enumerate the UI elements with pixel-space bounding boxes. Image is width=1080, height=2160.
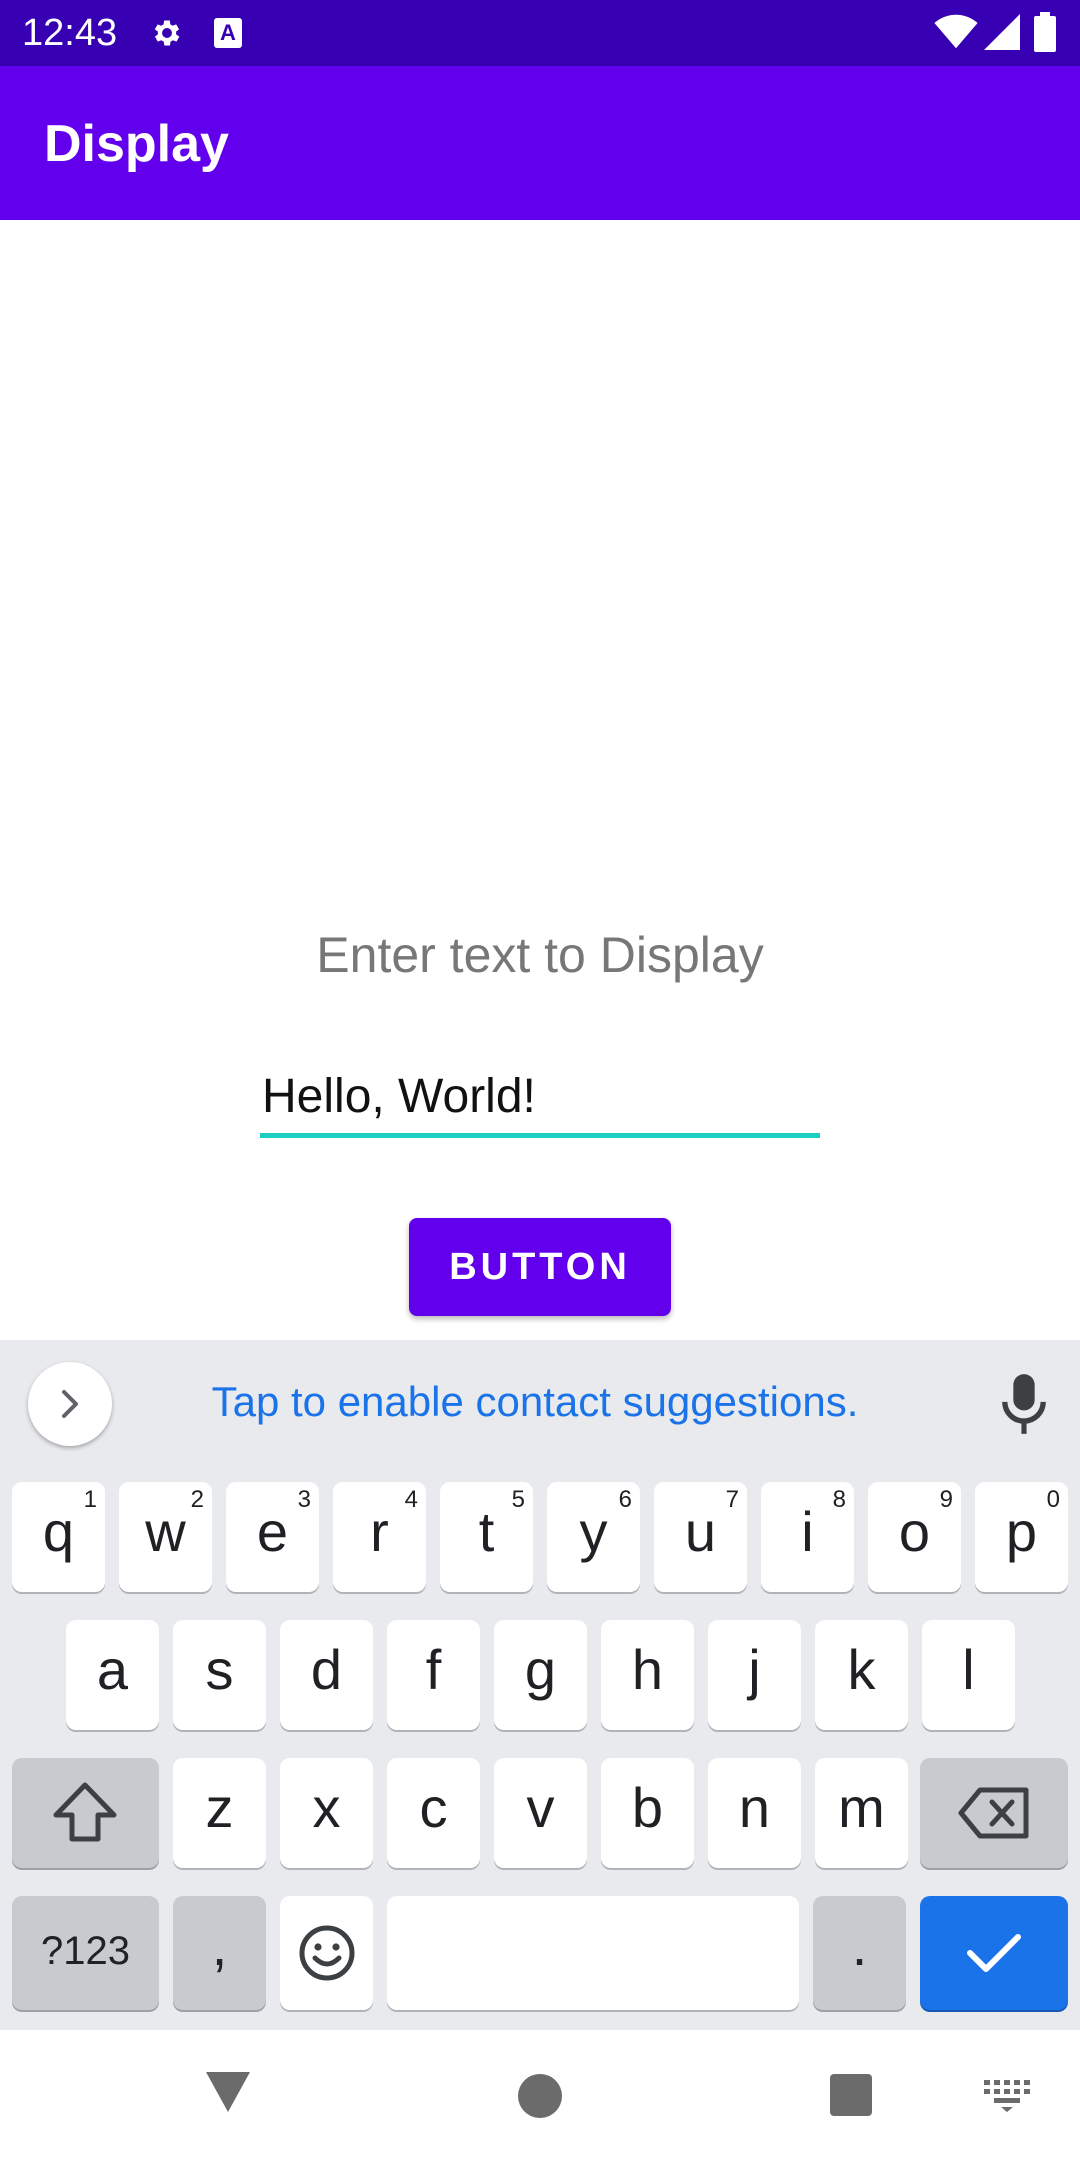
status-time: 12:43 [22, 12, 118, 54]
check-icon [967, 1934, 1021, 1972]
screen: 12:43 A Display Enter text to Display BU… [0, 0, 1080, 2160]
key-label: z [205, 1776, 234, 1839]
display-text-input[interactable] [260, 1060, 820, 1138]
text-a-icon: A [214, 18, 242, 48]
backspace-key[interactable] [920, 1758, 1068, 1868]
key-label: a [96, 1638, 129, 1701]
key-s[interactable]: s [173, 1620, 266, 1730]
key-t[interactable]: t5 [440, 1482, 533, 1592]
key-label: k [847, 1638, 876, 1701]
key-label: ?123 [41, 1929, 130, 1973]
key-label: . [851, 1914, 868, 1977]
space-key[interactable] [387, 1896, 799, 2010]
key-label: n [738, 1776, 771, 1839]
key-label: s [205, 1638, 234, 1701]
navigation-bar [0, 2030, 1080, 2160]
soft-keyboard: Tap to enable contact suggestions. q1w2e… [0, 1340, 1080, 2030]
key-label: v [526, 1776, 555, 1839]
emoji-key[interactable] [280, 1896, 373, 2010]
key-number-hint: 4 [404, 1486, 418, 1513]
contact-suggestions-prompt[interactable]: Tap to enable contact suggestions. [140, 1376, 930, 1428]
chevron-right-icon [62, 1390, 78, 1418]
gear-icon [154, 20, 180, 46]
key-number-hint: 8 [832, 1486, 846, 1513]
key-r[interactable]: r4 [333, 1482, 426, 1592]
key-label: x [312, 1776, 341, 1839]
key-y[interactable]: y6 [547, 1482, 640, 1592]
key-j[interactable]: j [708, 1620, 801, 1730]
battery-icon [1034, 12, 1056, 52]
app-title: Display [44, 115, 229, 173]
shift-key[interactable] [12, 1758, 159, 1868]
key-h[interactable]: h [601, 1620, 694, 1730]
key-number-hint: 0 [1046, 1486, 1060, 1513]
key-label: c [419, 1776, 448, 1839]
key-number-hint: 6 [618, 1486, 632, 1513]
key-u[interactable]: u7 [654, 1482, 747, 1592]
prompt-label: Enter text to Display [316, 927, 764, 983]
key-e[interactable]: e3 [226, 1482, 319, 1592]
enter-key[interactable] [920, 1896, 1068, 2010]
keyboard-switch-icon[interactable] [984, 2080, 1030, 2112]
microphone-icon[interactable] [998, 1372, 1050, 1436]
key-number-hint: 3 [297, 1486, 311, 1513]
recents-icon[interactable] [830, 2074, 872, 2116]
key-label: f [425, 1638, 442, 1701]
expand-toolbar-button[interactable] [28, 1362, 112, 1446]
key-a[interactable]: a [66, 1620, 159, 1730]
shift-icon [53, 1782, 117, 1842]
key-label: g [524, 1638, 557, 1701]
key-label: d [310, 1638, 343, 1701]
key-x[interactable]: x [280, 1758, 373, 1868]
key-number-hint: 1 [83, 1486, 97, 1513]
key-f[interactable]: f [387, 1620, 480, 1730]
key-label: l [962, 1638, 975, 1701]
key-q[interactable]: q1 [12, 1482, 105, 1592]
suggestion-strip: Tap to enable contact suggestions. [0, 1340, 1080, 1460]
emoji-icon [299, 1925, 355, 1981]
signal-icon [984, 14, 1020, 50]
key-d[interactable]: d [280, 1620, 373, 1730]
wifi-icon [934, 14, 978, 49]
key-number-hint: 2 [190, 1486, 204, 1513]
home-icon[interactable] [518, 2074, 562, 2118]
key-i[interactable]: i8 [761, 1482, 854, 1592]
display-button[interactable]: BUTTON [409, 1218, 671, 1316]
key-l[interactable]: l [922, 1620, 1015, 1730]
key-label: j [748, 1638, 761, 1701]
symbols-key[interactable]: ?123 [12, 1896, 159, 2010]
key-label: b [631, 1776, 664, 1839]
key-p[interactable]: p0 [975, 1482, 1068, 1592]
app-bar: Display [0, 66, 1080, 220]
key-n[interactable]: n [708, 1758, 801, 1868]
key-label: m [838, 1776, 885, 1839]
comma-key[interactable]: , [173, 1896, 266, 2010]
key-number-hint: 7 [725, 1486, 739, 1513]
key-o[interactable]: o9 [868, 1482, 961, 1592]
key-m[interactable]: m [815, 1758, 908, 1868]
back-icon[interactable] [204, 2070, 252, 2114]
key-number-hint: 5 [511, 1486, 525, 1513]
key-k[interactable]: k [815, 1620, 908, 1730]
key-g[interactable]: g [494, 1620, 587, 1730]
key-c[interactable]: c [387, 1758, 480, 1868]
key-label: h [631, 1638, 664, 1701]
key-b[interactable]: b [601, 1758, 694, 1868]
key-z[interactable]: z [173, 1758, 266, 1868]
key-w[interactable]: w2 [119, 1482, 212, 1592]
key-number-hint: 9 [939, 1486, 953, 1513]
key-v[interactable]: v [494, 1758, 587, 1868]
period-key[interactable]: . [813, 1896, 906, 2010]
backspace-icon [958, 1787, 1029, 1839]
key-label: , [211, 1914, 228, 1977]
status-bar: 12:43 A [0, 0, 1080, 66]
